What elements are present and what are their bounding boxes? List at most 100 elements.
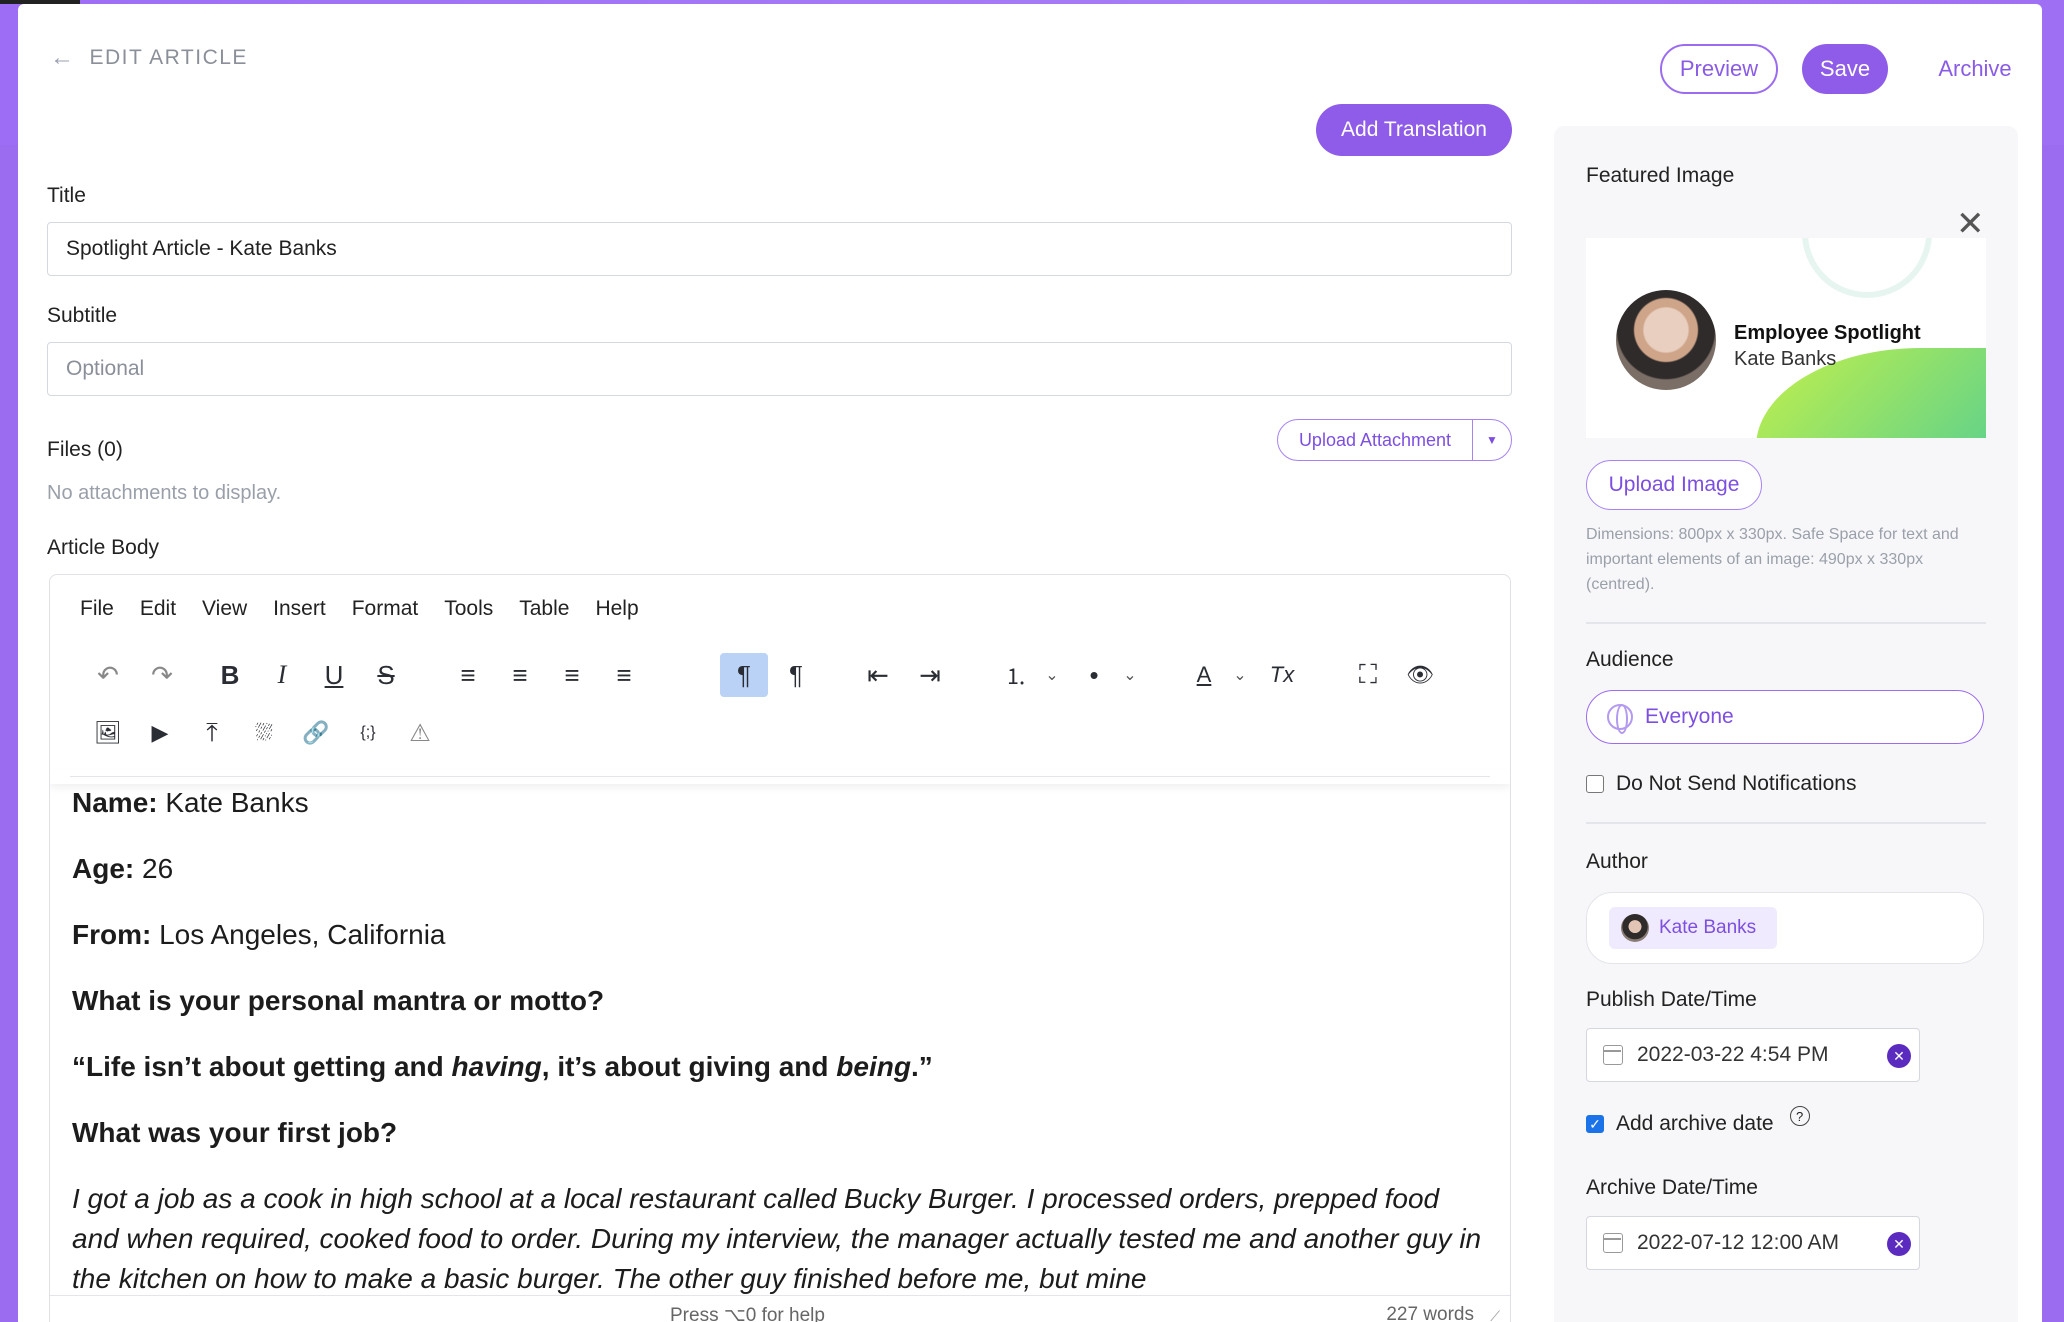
- audience-label: Audience: [1586, 648, 1674, 671]
- subtitle-input[interactable]: Optional: [47, 342, 1512, 396]
- featured-name: Kate Banks: [1734, 348, 1837, 370]
- divider: [1586, 822, 1986, 824]
- link-icon[interactable]: 🔗: [292, 711, 340, 755]
- clear-icon[interactable]: ✕: [1887, 1232, 1911, 1256]
- italic-icon[interactable]: I: [258, 653, 306, 697]
- name-value: Kate Banks: [157, 787, 309, 818]
- archive-button[interactable]: Archive: [1910, 44, 2040, 94]
- upload-attachment-button[interactable]: Upload Attachment: [1278, 420, 1473, 460]
- chevron-down-icon[interactable]: ⌄: [1040, 653, 1064, 697]
- quote-part: having: [451, 1051, 542, 1082]
- editor-content[interactable]: Name: Kate Banks Age: 26 From: Los Angel…: [72, 783, 1492, 1322]
- code-sample-icon[interactable]: {;}: [344, 711, 392, 755]
- image-icon[interactable]: 🖼: [84, 711, 132, 755]
- clear-icon[interactable]: ✕: [1887, 1044, 1911, 1068]
- upload-image-button[interactable]: Upload Image: [1586, 460, 1762, 510]
- featured-image-preview: Employee Spotlight Kate Banks: [1586, 238, 1986, 438]
- age-line: Age: 26: [72, 849, 1492, 889]
- article-settings-sidebar: Featured Image ✕ Employee Spotlight Kate…: [1554, 126, 2018, 1322]
- author-name: Kate Banks: [1659, 917, 1757, 938]
- menu-insert[interactable]: Insert: [273, 597, 326, 635]
- quote-part: , it’s about giving and: [541, 1051, 837, 1082]
- chevron-down-icon[interactable]: ⌄: [1228, 653, 1252, 697]
- align-right-icon[interactable]: ≡: [548, 653, 596, 697]
- outdent-icon[interactable]: ⇤: [854, 653, 902, 697]
- from-value: Los Angeles, California: [151, 919, 446, 950]
- no-notifications-checkbox[interactable]: [1586, 775, 1604, 793]
- align-center-icon[interactable]: ≡: [496, 653, 544, 697]
- files-label: Files (0): [47, 438, 123, 461]
- editor-statusbar: Press ⌥0 for help 227 words ⟋: [50, 1295, 1510, 1322]
- archive-date-label: Archive Date/Time: [1586, 1176, 1758, 1199]
- edit-article-card: ← EDIT ARTICLE Preview Save Archive Add …: [18, 4, 2042, 1322]
- calendar-icon: [1603, 1045, 1623, 1065]
- globe-icon: [1607, 704, 1633, 734]
- menu-tools[interactable]: Tools: [444, 597, 493, 635]
- strikethrough-icon[interactable]: S: [362, 653, 410, 697]
- underline-icon[interactable]: U: [310, 653, 358, 697]
- audience-value: Everyone: [1645, 705, 1734, 728]
- from-label: From:: [72, 919, 152, 950]
- chevron-down-icon[interactable]: ▼: [1473, 433, 1511, 447]
- question-mantra: What is your personal mantra or motto?: [72, 985, 605, 1016]
- clear-formatting-icon[interactable]: Tx: [1258, 653, 1306, 697]
- bullet-list-icon[interactable]: •: [1070, 653, 1118, 697]
- resize-handle-icon[interactable]: ⟋: [1490, 1308, 1500, 1322]
- title-input[interactable]: Spotlight Article - Kate Banks: [47, 222, 1512, 276]
- bold-icon[interactable]: B: [206, 653, 254, 697]
- menu-view[interactable]: View: [202, 597, 247, 635]
- publish-date-value: 2022-03-22 4:54 PM: [1637, 1043, 1829, 1066]
- quote-line: “Life isn’t about getting and having, it…: [72, 1047, 1492, 1087]
- back-link[interactable]: ← EDIT ARTICLE: [50, 44, 248, 72]
- no-notifications-row: Do Not Send Notifications: [1586, 772, 1856, 796]
- avatar: [1621, 914, 1649, 942]
- fullscreen-icon[interactable]: ⛶: [1344, 653, 1392, 697]
- age-label: Age:: [72, 853, 135, 884]
- menu-table[interactable]: Table: [519, 597, 569, 635]
- redo-icon[interactable]: ↷: [138, 653, 186, 697]
- warning-icon[interactable]: ⚠: [396, 711, 444, 755]
- word-count[interactable]: 227 words: [1386, 1304, 1474, 1322]
- author-select[interactable]: Kate Banks: [1586, 892, 1984, 964]
- undo-icon[interactable]: ↶: [84, 653, 132, 697]
- back-arrow-icon: ←: [50, 44, 76, 71]
- help-hint: Press ⌥0 for help: [670, 1305, 825, 1322]
- text-color-icon[interactable]: A: [1180, 653, 1228, 697]
- add-archive-date-checkbox[interactable]: ✓: [1586, 1115, 1604, 1133]
- age-value: 26: [134, 853, 174, 884]
- menu-help[interactable]: Help: [595, 597, 638, 635]
- article-body-label: Article Body: [47, 536, 160, 559]
- divider: [1586, 622, 1986, 624]
- save-button[interactable]: Save: [1802, 44, 1888, 94]
- author-chip[interactable]: Kate Banks: [1609, 907, 1777, 949]
- add-translation-button[interactable]: Add Translation: [1316, 104, 1512, 156]
- quote-part: “Life isn’t about getting and: [72, 1051, 452, 1082]
- image-dimensions-hint: Dimensions: 800px x 330px. Safe Space fo…: [1586, 526, 1959, 593]
- menu-edit[interactable]: Edit: [140, 597, 176, 635]
- rtl-direction-icon[interactable]: ¶: [772, 653, 820, 697]
- audience-select[interactable]: Everyone: [1586, 690, 1984, 744]
- justify-icon[interactable]: ≡: [600, 653, 648, 697]
- chevron-down-icon[interactable]: ⌄: [1118, 653, 1142, 697]
- stamp-icon[interactable]: ⛆: [240, 711, 288, 755]
- preview-eye-icon[interactable]: 👁: [1396, 653, 1444, 697]
- indent-icon[interactable]: ⇥: [906, 653, 954, 697]
- profile-photo: [1616, 290, 1716, 390]
- upload-icon[interactable]: ⤒: [188, 711, 236, 755]
- files-empty-text: No attachments to display.: [47, 482, 282, 504]
- add-archive-date-label: Add archive date: [1616, 1112, 1774, 1135]
- toolbar-shadow: [50, 770, 1510, 784]
- help-icon[interactable]: ?: [1789, 1106, 1810, 1126]
- numbered-list-icon[interactable]: ⒈: [992, 653, 1040, 697]
- question-first-job: What was your first job?: [72, 1117, 398, 1148]
- menu-format[interactable]: Format: [352, 597, 419, 635]
- ltr-direction-icon[interactable]: ¶: [720, 653, 768, 697]
- media-icon[interactable]: ▶: [136, 711, 184, 755]
- align-left-icon[interactable]: ≡: [444, 653, 492, 697]
- preview-button[interactable]: Preview: [1660, 44, 1778, 94]
- decorative-arc: [1802, 238, 1932, 298]
- archive-date-field[interactable]: 2022-07-12 12:00 AM ✕: [1586, 1216, 1920, 1270]
- featured-title: Employee Spotlight: [1734, 322, 1921, 344]
- menu-file[interactable]: File: [80, 597, 114, 635]
- publish-date-field[interactable]: 2022-03-22 4:54 PM ✕: [1586, 1028, 1920, 1082]
